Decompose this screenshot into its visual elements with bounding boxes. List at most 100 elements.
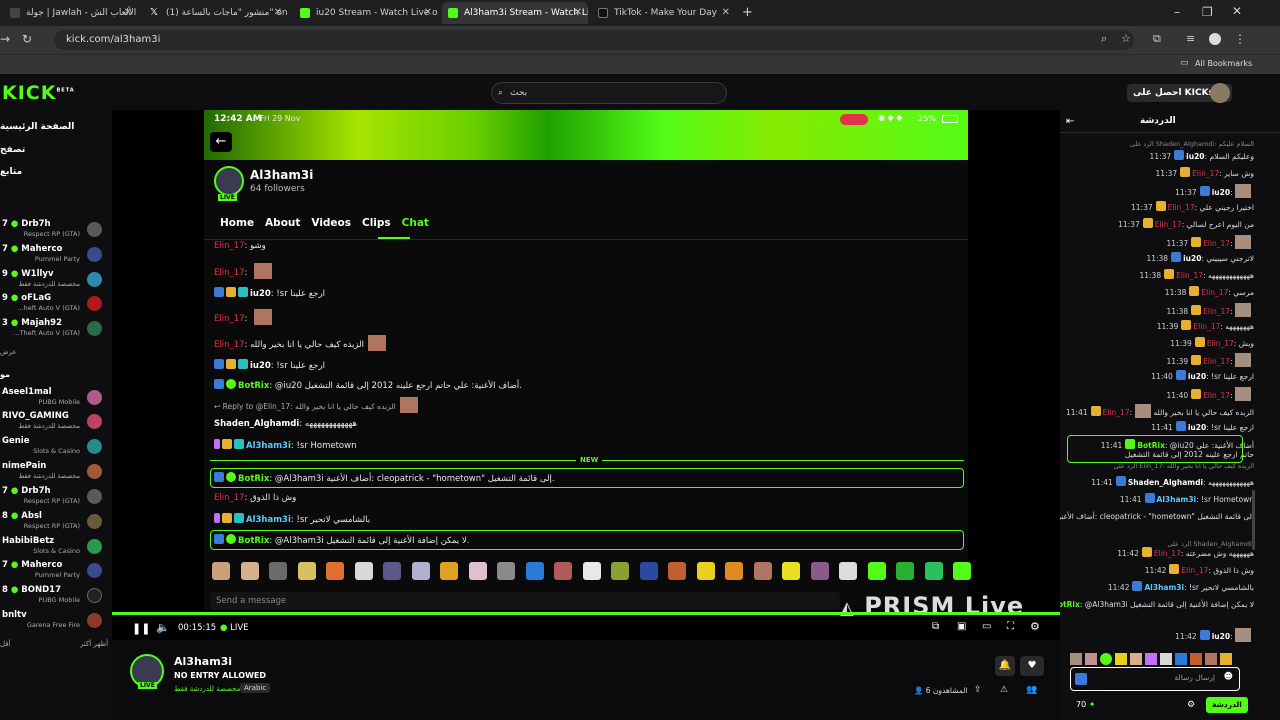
chat-username[interactable]: Elin_17 bbox=[1154, 549, 1181, 558]
chat-username[interactable]: Elin_17 bbox=[1176, 271, 1203, 280]
chat-username[interactable]: iu20 bbox=[1188, 423, 1206, 432]
chat-settings-icon[interactable]: ⚙ bbox=[1187, 700, 1195, 710]
player-controls: ❚❚ 🔈 00:15:15 ● LIVE ⧉ ▣ ▭ ⛶ ⚙ bbox=[112, 612, 1060, 640]
chat-username[interactable]: Elin_17 bbox=[1203, 307, 1230, 316]
pip-icon[interactable]: ▣ bbox=[957, 621, 966, 632]
clip-icon[interactable]: ⧉ bbox=[932, 621, 939, 632]
zoom-icon[interactable]: ⌕ bbox=[1101, 32, 1107, 46]
sidebar-channel[interactable]: 7 ● Maherco Pummel Party bbox=[0, 559, 110, 583]
nav-browse[interactable]: تصفح bbox=[0, 145, 25, 155]
new-tab-icon[interactable]: + bbox=[742, 5, 753, 20]
stream-content: 12:42 AM Fri 29 Nov ◉ ◆ ◆ 25% ← LIVE Al3… bbox=[204, 110, 971, 610]
chat-username[interactable]: Elin_17 bbox=[1103, 408, 1130, 417]
minimize-icon[interactable]: – bbox=[1174, 5, 1180, 19]
send-chat-button[interactable]: الدردشة bbox=[1206, 697, 1248, 713]
user-avatar[interactable] bbox=[1210, 83, 1230, 103]
chat-username[interactable]: iu20 bbox=[1212, 632, 1230, 641]
fullscreen-icon[interactable]: ⛶ bbox=[1007, 621, 1014, 632]
sidebar-channel[interactable]: 7 ● Drb7h Respect RP (GTA) bbox=[0, 485, 110, 509]
forward-icon[interactable]: → bbox=[0, 32, 10, 46]
volume-icon[interactable]: 🔈 bbox=[156, 621, 170, 634]
user-icon[interactable]: 👥 bbox=[1026, 685, 1037, 695]
sidebar-channel[interactable]: Genie Slots & Casino bbox=[0, 435, 110, 459]
browser-tab[interactable]: iu20 Stream - Watch Live on Ki ✕ bbox=[294, 2, 438, 24]
user-badge bbox=[1142, 218, 1153, 228]
star-icon[interactable]: ☆ bbox=[1121, 32, 1131, 45]
chat-username[interactable]: Elin_17 bbox=[1201, 288, 1228, 297]
sidebar-channel[interactable]: 9 ● oFLaG ...heft Auto V (GTA) bbox=[0, 292, 110, 316]
chat-username[interactable]: iu20 bbox=[1183, 254, 1201, 263]
sidebar-channel[interactable]: 7 ● Drb7h Respect RP (GTA) bbox=[0, 218, 110, 242]
progress-bar[interactable] bbox=[112, 612, 1060, 615]
chat-username[interactable]: Elin_17 bbox=[1155, 220, 1182, 229]
settings-icon[interactable]: ⚙ bbox=[1030, 620, 1040, 633]
chat-username[interactable]: Elin_17 bbox=[1207, 339, 1234, 348]
browser-tab[interactable]: جولة | Jawlah - منصة الألعاب الش ✕ bbox=[4, 2, 138, 24]
profile-icon[interactable] bbox=[1209, 33, 1221, 45]
kick-logo[interactable]: KICKBETA bbox=[2, 82, 75, 104]
chat-username[interactable]: Elin_17 bbox=[1203, 391, 1230, 400]
search-input[interactable]: ⌕ بحث bbox=[491, 82, 727, 104]
chat-username[interactable]: Elin_17 bbox=[1181, 566, 1208, 575]
sidebar-channel[interactable]: 8 ● Absl Respect RP (GTA) bbox=[0, 510, 110, 534]
chat-username[interactable]: iu20 bbox=[1186, 152, 1204, 161]
nav-following[interactable]: متابع bbox=[0, 167, 22, 177]
chat-username[interactable]: iu20 bbox=[1188, 372, 1206, 381]
close-icon[interactable]: ✕ bbox=[424, 2, 432, 24]
close-icon[interactable]: ✕ bbox=[124, 2, 132, 24]
chat-username[interactable]: Elin_17 bbox=[1192, 169, 1219, 178]
collapse-chat-icon[interactable]: ⇤ bbox=[1066, 116, 1074, 127]
language-tag[interactable]: Arabic bbox=[240, 683, 271, 693]
heart-icon[interactable]: ♥ bbox=[1020, 656, 1044, 676]
chat-username[interactable]: iu20 bbox=[1212, 188, 1230, 197]
pause-icon[interactable]: ❚❚ bbox=[132, 622, 150, 635]
close-icon[interactable]: ✕ bbox=[722, 2, 730, 24]
show-more-following[interactable]: عرض bbox=[0, 348, 17, 356]
share-icon[interactable]: ⇪ bbox=[974, 685, 982, 695]
sidebar-channel[interactable]: bnltv Garena Free Fire bbox=[0, 609, 110, 633]
show-less-button[interactable]: أقل bbox=[0, 640, 11, 648]
chat-username[interactable]: Shaden_Alghamdi bbox=[1128, 478, 1203, 487]
browser-tab[interactable]: TikTok - Make Your Day ✕ bbox=[592, 2, 736, 24]
nav-home[interactable]: الصفحة الرئيسية bbox=[0, 122, 74, 132]
theater-icon[interactable]: ▭ bbox=[982, 621, 991, 632]
sidebar-channel[interactable]: 7 ● Maherco Pummel Party bbox=[0, 243, 110, 267]
close-window-icon[interactable]: ✕ bbox=[1232, 4, 1242, 18]
chat-username[interactable]: Elin_17 bbox=[1203, 239, 1230, 248]
stream-category[interactable]: مخصصة للدردشة فقط bbox=[174, 685, 240, 693]
report-icon[interactable]: ⚠ bbox=[1000, 685, 1008, 695]
chat-username[interactable]: Al3ham3i bbox=[1144, 583, 1184, 592]
menu-icon[interactable]: ⋮ bbox=[1234, 32, 1246, 46]
chat-input[interactable]: إرسال رسالة ☻ bbox=[1070, 667, 1240, 691]
browser-tab[interactable]: 𝕏 (1) منشور "ماجات بالساعة" on X ✕ bbox=[144, 2, 288, 24]
close-icon[interactable]: ✕ bbox=[274, 2, 282, 24]
chat-username[interactable]: BotRix bbox=[1060, 600, 1080, 609]
browser-tab-active[interactable]: Al3ham3i Stream - Watch Live ✕ bbox=[442, 2, 588, 24]
chat-scrollbar[interactable] bbox=[1252, 490, 1255, 550]
reload-icon[interactable]: ↻ bbox=[22, 32, 32, 46]
sidebar-channel[interactable]: 8 ● BOND17 PUBG Mobile bbox=[0, 584, 110, 608]
sidebar-channel[interactable]: 3 ● Majah92 ...Theft Auto V (GTA) bbox=[0, 317, 110, 341]
address-bar[interactable]: kick.com/al3ham3i bbox=[54, 30, 1134, 50]
sidebar-channel[interactable]: nimePain مخصصة للدردشة فقط bbox=[0, 460, 110, 484]
points-display[interactable]: 70 ✦ bbox=[1076, 700, 1095, 709]
chat-username[interactable]: Elin_17 bbox=[1193, 322, 1220, 331]
extensions-icon[interactable]: ⧉ bbox=[1153, 32, 1161, 46]
chat-username[interactable]: Elin_17 bbox=[1203, 357, 1230, 366]
sidebar-channel[interactable]: 9 ● W1llyv مخصصة للدردشة فقط bbox=[0, 268, 110, 292]
maximize-icon[interactable]: ❐ bbox=[1202, 5, 1213, 19]
show-more-button[interactable]: أظهر أكثر bbox=[80, 640, 108, 648]
sidebar-channel[interactable]: RIVO_GAMING مخصصة للدردشة فقط bbox=[0, 410, 110, 434]
sidebar-channel[interactable]: HabibiBetz Slots & Casino bbox=[0, 535, 110, 559]
channel-name[interactable]: Al3ham3i bbox=[174, 655, 232, 668]
sidebar-channel[interactable]: Aseel1mal PUBG Mobile bbox=[0, 386, 110, 410]
divider bbox=[204, 239, 968, 240]
all-bookmarks[interactable]: All Bookmarks bbox=[1195, 59, 1252, 68]
bell-icon[interactable]: 🔔 bbox=[995, 656, 1015, 676]
media-icon[interactable]: ≡ bbox=[1186, 32, 1195, 45]
emoji-icon[interactable]: ☻ bbox=[1224, 672, 1233, 682]
chat-username[interactable]: Al3ham3i bbox=[1157, 495, 1197, 504]
chat-username[interactable]: Elin_17 bbox=[1168, 203, 1195, 212]
close-icon[interactable]: ✕ bbox=[574, 2, 582, 24]
video-player[interactable]: 12:42 AM Fri 29 Nov ◉ ◆ ◆ 25% ← LIVE Al3… bbox=[112, 110, 1060, 640]
